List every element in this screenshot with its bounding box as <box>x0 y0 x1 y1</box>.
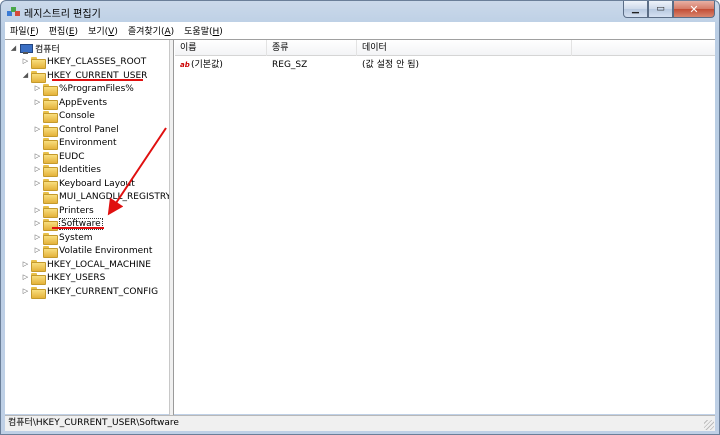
folder-icon <box>43 245 58 258</box>
expand-arrow-icon[interactable]: ▷ <box>33 84 42 93</box>
expand-arrow-icon[interactable]: ▷ <box>33 125 42 134</box>
list-header: 이름 종류 데이터 <box>175 40 715 56</box>
folder-icon <box>43 151 58 164</box>
expand-arrow-icon[interactable]: ▷ <box>33 98 42 107</box>
tree-node-muilangdll[interactable]: MUI_LANGDLL_REGISTRY <box>33 190 169 204</box>
menu-view[interactable]: 보기(V) <box>83 24 123 37</box>
expand-arrow-icon[interactable]: ▷ <box>21 57 30 66</box>
folder-icon <box>43 124 58 137</box>
folder-icon <box>31 286 46 299</box>
menu-bar: 파일(F) 편집(E) 보기(V) 즐겨찾기(A) 도움말(H) <box>5 22 715 39</box>
registry-app-icon <box>7 7 20 16</box>
expand-arrow-icon[interactable]: ▷ <box>21 287 30 296</box>
title-bar[interactable]: 레지스트리 편집기 ▁ ▭ ✕ <box>1 1 719 21</box>
tree-node-hkcc[interactable]: ▷ HKEY_CURRENT_CONFIG <box>21 285 158 299</box>
value-type-cell: REG_SZ <box>272 60 308 70</box>
column-header-type[interactable]: 종류 <box>267 40 357 56</box>
expand-arrow-icon[interactable]: ▷ <box>33 246 42 255</box>
tree-node-appevents[interactable]: ▷ AppEvents <box>33 96 107 110</box>
tree-node-identities[interactable]: ▷ Identities <box>33 163 101 177</box>
values-list[interactable]: 이름 종류 데이터 ab(기본값) REG_SZ (값 설정 안 됨) <box>175 40 715 415</box>
pane-splitter[interactable] <box>170 40 174 415</box>
folder-icon <box>43 83 58 96</box>
registry-tree[interactable]: ◢ 컴퓨터 ▷ HKEY_CLASSES_ROOT ◢ HKEY_CURRENT… <box>5 40 170 415</box>
folder-icon <box>31 272 46 285</box>
client-area: ◢ 컴퓨터 ▷ HKEY_CLASSES_ROOT ◢ HKEY_CURRENT… <box>5 39 715 415</box>
value-name-cell: ab(기본값) <box>180 60 223 70</box>
tree-node-environment[interactable]: Environment <box>33 136 116 150</box>
tree-node-hklm[interactable]: ▷ HKEY_LOCAL_MACHINE <box>21 258 151 272</box>
folder-icon <box>31 259 46 272</box>
menu-edit[interactable]: 편집(E) <box>44 24 83 37</box>
menu-file[interactable]: 파일(F) <box>5 24 44 37</box>
tree-node-hkcr[interactable]: ▷ HKEY_CLASSES_ROOT <box>21 55 146 69</box>
menu-favorites[interactable]: 즐겨찾기(A) <box>123 24 179 37</box>
folder-icon <box>43 110 58 123</box>
tree-node-computer[interactable]: ◢ 컴퓨터 <box>9 42 60 55</box>
expand-arrow-icon[interactable]: ▷ <box>33 219 42 228</box>
minimize-button[interactable]: ▁ <box>623 1 648 18</box>
table-row[interactable]: ab(기본값) REG_SZ (값 설정 안 됨) <box>175 58 715 72</box>
expand-arrow-icon[interactable]: ▷ <box>21 260 30 269</box>
tree-node-eudc[interactable]: ▷ EUDC <box>33 150 85 164</box>
tree-node-console[interactable]: Console <box>33 109 95 123</box>
expand-arrow-icon[interactable]: ▷ <box>33 233 42 242</box>
column-header-data[interactable]: 데이터 <box>357 40 572 56</box>
computer-icon <box>19 43 33 54</box>
folder-icon <box>43 97 58 110</box>
expand-arrow-icon[interactable]: ▷ <box>21 273 30 282</box>
minimize-icon: ▁ <box>632 4 639 14</box>
tree-node-controlpanel[interactable]: ▷ Control Panel <box>33 123 119 137</box>
string-value-icon: ab <box>180 60 190 69</box>
close-icon: ✕ <box>689 2 699 16</box>
registry-editor-window: 레지스트리 편집기 ▁ ▭ ✕ 파일(F) 편집(E) 보기(V) 즐겨찾기(A… <box>0 0 720 435</box>
folder-icon <box>43 178 58 191</box>
tree-node-software[interactable]: ▷ Software <box>33 217 103 231</box>
column-header-name[interactable]: 이름 <box>175 40 267 56</box>
expand-arrow-icon[interactable]: ▷ <box>33 165 42 174</box>
status-path: 컴퓨터\HKEY_CURRENT_USER\Software <box>8 418 179 428</box>
maximize-icon: ▭ <box>656 4 665 14</box>
resize-grip-icon[interactable] <box>704 420 714 430</box>
tree-node-programfiles[interactable]: ▷ %ProgramFiles% <box>33 82 134 96</box>
window-title: 레지스트리 편집기 <box>24 9 101 20</box>
folder-open-icon <box>31 70 46 83</box>
folder-icon <box>31 56 46 69</box>
collapse-arrow-icon[interactable]: ◢ <box>9 44 18 53</box>
tree-node-volatile[interactable]: ▷ Volatile Environment <box>33 244 152 258</box>
tree-node-hku[interactable]: ▷ HKEY_USERS <box>21 271 105 285</box>
folder-icon <box>43 218 58 231</box>
expand-arrow-icon[interactable]: ▷ <box>33 179 42 188</box>
folder-icon <box>43 205 58 218</box>
tree-node-printers[interactable]: ▷ Printers <box>33 204 94 218</box>
maximize-button[interactable]: ▭ <box>648 1 673 18</box>
tree-node-hkcu[interactable]: ◢ HKEY_CURRENT_USER <box>21 69 147 83</box>
folder-icon <box>43 164 58 177</box>
tree-node-keyboardlayout[interactable]: ▷ Keyboard Layout <box>33 177 135 191</box>
folder-icon <box>43 137 58 150</box>
close-button[interactable]: ✕ <box>673 1 715 18</box>
expand-arrow-icon[interactable]: ▷ <box>33 152 42 161</box>
tree-node-system[interactable]: ▷ System <box>33 231 93 245</box>
folder-icon <box>43 191 58 204</box>
expand-arrow-icon[interactable]: ▷ <box>33 206 42 215</box>
menu-help[interactable]: 도움말(H) <box>179 24 228 37</box>
value-data-cell: (값 설정 안 됨) <box>362 60 420 70</box>
status-bar: 컴퓨터\HKEY_CURRENT_USER\Software <box>5 415 715 431</box>
folder-icon <box>43 232 58 245</box>
collapse-arrow-icon[interactable]: ◢ <box>21 71 30 80</box>
window-controls: ▁ ▭ ✕ <box>623 1 715 18</box>
